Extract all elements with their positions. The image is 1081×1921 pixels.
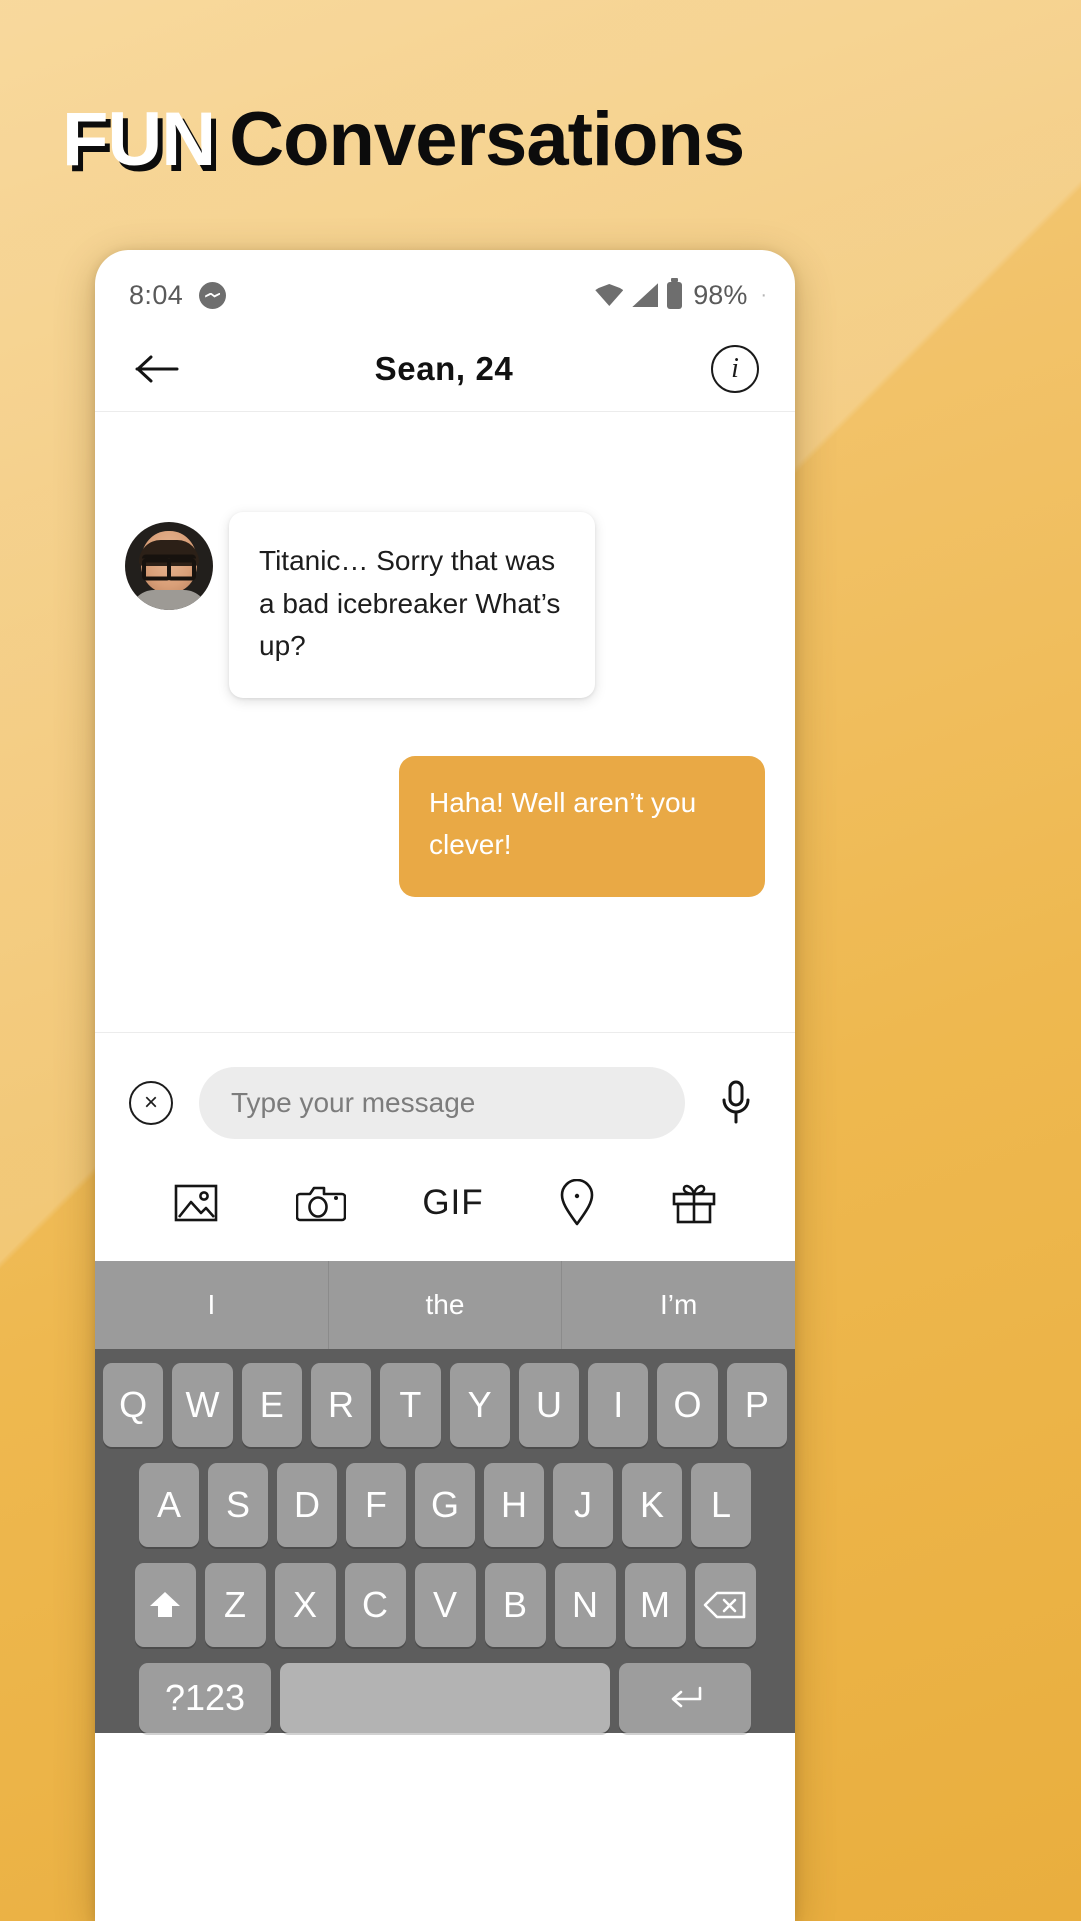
key-y[interactable]: Y bbox=[449, 1363, 510, 1447]
message-bubble-incoming: Titanic… Sorry that was a bad icebreaker… bbox=[229, 512, 595, 698]
key-a[interactable]: A bbox=[139, 1463, 199, 1547]
back-arrow-icon[interactable] bbox=[131, 343, 183, 395]
suggestion-item[interactable]: I bbox=[95, 1261, 329, 1349]
keyboard-rows: Q W E R T Y U I O P A S D F G H J K L Z … bbox=[95, 1349, 795, 1733]
key-b[interactable]: B bbox=[484, 1563, 546, 1647]
key-t[interactable]: T bbox=[380, 1363, 441, 1447]
battery-percent: 98% bbox=[693, 279, 748, 310]
battery-icon bbox=[667, 277, 683, 309]
close-circle-icon[interactable]: × bbox=[129, 1081, 173, 1125]
gif-label: GIF bbox=[422, 1183, 484, 1222]
key-m[interactable]: M bbox=[624, 1563, 686, 1647]
photo-icon[interactable] bbox=[173, 1180, 219, 1226]
wifi-icon bbox=[595, 284, 624, 306]
key-z[interactable]: Z bbox=[204, 1563, 266, 1647]
enter-icon[interactable] bbox=[619, 1663, 751, 1733]
message-row-incoming: Titanic… Sorry that was a bad icebreaker… bbox=[125, 512, 765, 698]
key-n[interactable]: N bbox=[554, 1563, 616, 1647]
message-bubble-outgoing: Haha! Well aren’t you clever! bbox=[399, 755, 765, 897]
key-g[interactable]: G bbox=[415, 1463, 475, 1547]
phone-mockup: 8:04 98% · Sean, 24 i Titanic… Sorry tha… bbox=[95, 250, 795, 1921]
suggestion-item[interactable]: I’m bbox=[562, 1261, 795, 1349]
key-e[interactable]: E bbox=[241, 1363, 302, 1447]
status-overflow: · bbox=[760, 283, 767, 306]
chat-header: Sean, 24 i bbox=[95, 326, 795, 412]
chat-title: Sean, 24 bbox=[374, 349, 514, 387]
message-list: Titanic… Sorry that was a bad icebreaker… bbox=[95, 412, 795, 1032]
key-i[interactable]: I bbox=[588, 1363, 649, 1447]
keyboard-row-3: Z X C V B N M bbox=[103, 1563, 787, 1647]
key-u[interactable]: U bbox=[518, 1363, 580, 1447]
keyboard: I the I’m Q W E R T Y U I O P A S D F G … bbox=[95, 1261, 795, 1733]
key-p[interactable]: P bbox=[726, 1363, 787, 1447]
key-h[interactable]: H bbox=[484, 1463, 544, 1547]
key-w[interactable]: W bbox=[172, 1363, 233, 1447]
info-icon-label: i bbox=[731, 352, 739, 384]
suggestion-strip: I the I’m bbox=[95, 1261, 795, 1349]
key-k[interactable]: K bbox=[622, 1463, 682, 1547]
attachment-toolbar: GIF bbox=[95, 1165, 795, 1261]
status-bar-right: 98% · bbox=[595, 277, 767, 311]
shift-icon[interactable] bbox=[134, 1563, 196, 1647]
key-f[interactable]: F bbox=[346, 1463, 406, 1547]
camera-icon[interactable] bbox=[295, 1180, 346, 1226]
suggestion-item[interactable]: the bbox=[329, 1261, 563, 1349]
headline-accent: FUN bbox=[62, 97, 216, 182]
key-c[interactable]: C bbox=[344, 1563, 406, 1647]
key-space[interactable] bbox=[280, 1663, 610, 1733]
avatar[interactable] bbox=[125, 522, 213, 610]
key-numbers[interactable]: ?123 bbox=[139, 1663, 271, 1733]
headline-rest: Conversations bbox=[229, 97, 745, 182]
gif-icon[interactable]: GIF bbox=[422, 1183, 483, 1223]
backspace-icon[interactable] bbox=[694, 1563, 756, 1647]
message-input-placeholder: Type your message bbox=[231, 1087, 476, 1118]
key-v[interactable]: V bbox=[414, 1563, 476, 1647]
info-icon[interactable]: i bbox=[711, 344, 759, 393]
key-r[interactable]: R bbox=[310, 1363, 372, 1447]
message-input[interactable]: Type your message bbox=[199, 1067, 685, 1139]
status-bar-left: 8:04 bbox=[129, 279, 227, 311]
cellular-signal-icon bbox=[632, 283, 659, 307]
key-d[interactable]: D bbox=[277, 1463, 337, 1547]
gift-icon[interactable] bbox=[671, 1180, 717, 1226]
page-title: FUN Conversations bbox=[62, 96, 1022, 183]
close-icon-label: × bbox=[143, 1089, 158, 1116]
messenger-icon bbox=[199, 281, 227, 309]
keyboard-row-4: ?123 bbox=[103, 1663, 787, 1733]
message-row-outgoing: Haha! Well aren’t you clever! bbox=[125, 755, 765, 897]
key-s[interactable]: S bbox=[208, 1463, 268, 1547]
message-composer: × Type your message bbox=[95, 1032, 795, 1165]
key-l[interactable]: L bbox=[691, 1463, 751, 1547]
key-j[interactable]: J bbox=[553, 1463, 613, 1547]
microphone-icon[interactable] bbox=[711, 1079, 761, 1127]
keyboard-row-2: A S D F G H J K L bbox=[103, 1463, 787, 1547]
key-x[interactable]: X bbox=[274, 1563, 336, 1647]
location-pin-icon[interactable] bbox=[560, 1179, 594, 1227]
keyboard-row-1: Q W E R T Y U I O P bbox=[103, 1363, 787, 1447]
status-time: 8:04 bbox=[129, 279, 184, 310]
key-q[interactable]: Q bbox=[103, 1363, 164, 1447]
status-bar: 8:04 98% · bbox=[95, 250, 795, 326]
key-o[interactable]: O bbox=[657, 1363, 718, 1447]
